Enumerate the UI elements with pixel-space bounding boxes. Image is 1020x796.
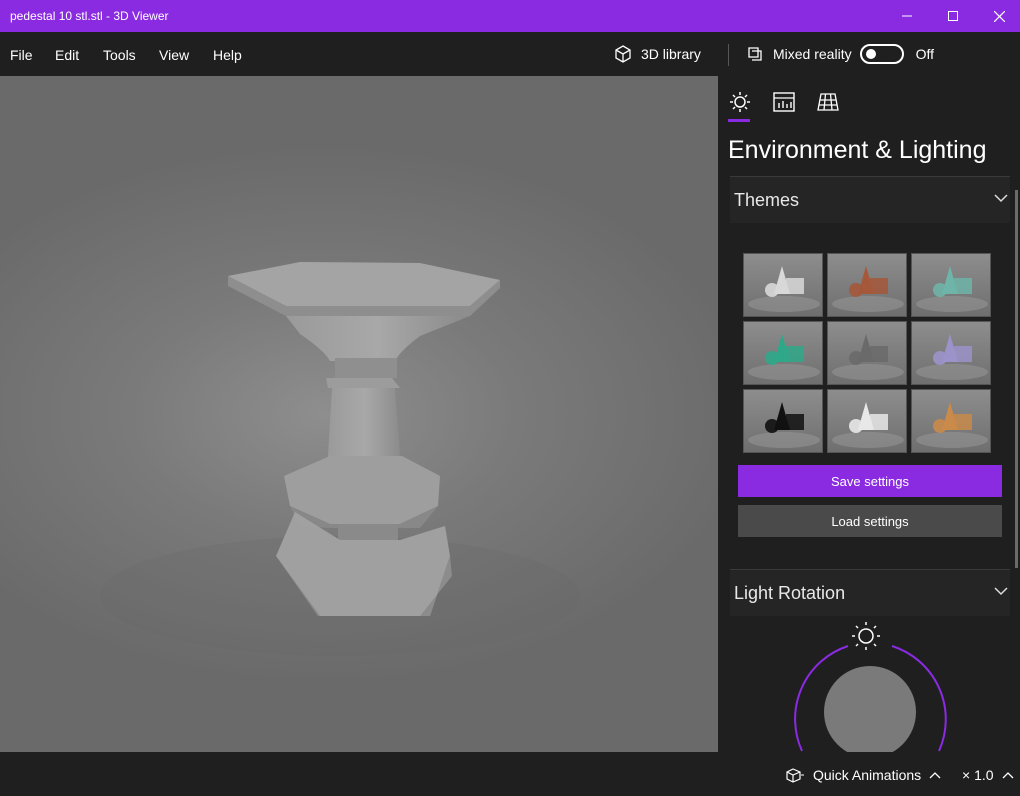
load-settings-button[interactable]: Load settings [738,505,1002,537]
theme-preview-icon [748,402,820,448]
theme-preview-icon [916,334,988,380]
save-settings-button[interactable]: Save settings [738,465,1002,497]
chevron-up-icon [1002,772,1013,779]
quick-animations-button[interactable]: Quick Animations [785,767,941,783]
theme-light-tile[interactable] [827,389,907,453]
chevron-up-icon [929,772,941,779]
theme-preview-icon [832,334,904,380]
mixed-reality-control[interactable]: Mixed reality Off [745,44,934,64]
menu-tools[interactable]: Tools [103,47,136,63]
themes-section-header[interactable]: Themes [730,177,1010,223]
menu-edit[interactable]: Edit [55,47,79,63]
pedestal-model[interactable] [0,76,718,752]
3d-library-label: 3D library [641,46,701,62]
theme-preview-icon [916,402,988,448]
title-bar: pedestal 10 stl.stl - 3D Viewer [0,0,1020,32]
mixed-reality-toggle[interactable] [859,44,904,64]
chevron-down-icon [994,194,1008,203]
theme-grid [743,253,993,453]
3d-library-button[interactable]: 3D library [613,44,701,64]
theme-preview-icon [832,266,904,312]
active-tab-indicator [728,119,750,122]
themes-label: Themes [734,190,800,210]
theme-preview-icon [748,334,820,380]
mixed-reality-icon [748,47,762,61]
theme-black-tile[interactable] [743,389,823,453]
animation-speed-label: × 1.0 [962,767,994,783]
close-icon [993,10,1005,22]
minimize-button[interactable] [884,0,930,32]
menu-view[interactable]: View [159,47,189,63]
maximize-button[interactable] [930,0,976,32]
theme-lavender-tile[interactable] [911,321,991,385]
mixed-reality-state: Off [915,46,935,62]
sun-icon[interactable] [728,90,752,114]
light-rotation-label: Light Rotation [734,583,846,603]
light-rotation-section-header[interactable]: Light Rotation [730,570,1010,616]
theme-multicolor-tile[interactable] [911,389,991,453]
stats-icon[interactable] [772,90,796,114]
status-bar: Quick Animations × 1.0 [0,752,1020,796]
settings-panel: Environment & Lighting Themes Save setti… [718,76,1020,752]
theme-preview-icon [748,266,820,312]
menu-help[interactable]: Help [213,47,242,63]
toolbar-divider [728,44,729,66]
quick-animations-label: Quick Animations [813,767,922,783]
menu-bar: File Edit Tools View Help 3D library Mix… [0,32,1020,76]
theme-dark-orange-tile[interactable] [827,253,907,317]
minimize-icon [902,15,912,17]
maximize-icon [948,11,958,21]
cube-icon [615,45,631,63]
theme-preview-icon [916,266,988,312]
3d-viewport[interactable] [0,76,718,752]
chevron-down-icon [994,587,1008,596]
window-title: pedestal 10 stl.stl - 3D Viewer [10,9,169,23]
light-handle-sun-icon[interactable] [852,622,880,650]
light-preview-sphere [824,666,916,752]
grid-icon[interactable] [816,90,840,114]
animation-speed-control[interactable]: × 1.0 [962,767,1014,783]
theme-gray-tile[interactable] [827,321,907,385]
mixed-reality-label: Mixed reality [773,46,852,62]
theme-preview-icon [832,402,904,448]
theme-teal-tile[interactable] [911,253,991,317]
theme-green-tile[interactable] [743,321,823,385]
close-button[interactable] [976,0,1020,32]
light-rotation-dial[interactable] [788,616,953,752]
animation-icon [786,768,804,783]
theme-white-tile[interactable] [743,253,823,317]
menu-file[interactable]: File [10,47,33,63]
panel-scrollbar[interactable] [1015,190,1018,568]
panel-title: Environment & Lighting [728,136,987,164]
